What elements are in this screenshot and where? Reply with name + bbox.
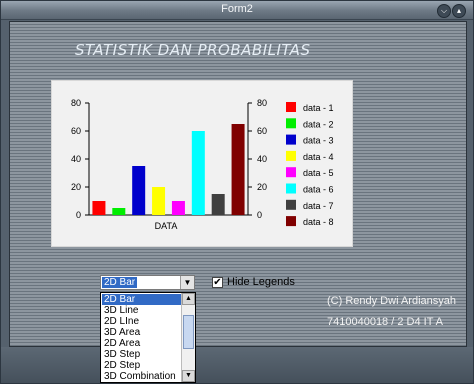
legend-swatch-3 <box>286 134 296 145</box>
dropdown-option[interactable]: 3D Step <box>102 349 182 360</box>
legend-swatch-5 <box>286 167 296 178</box>
dropdown-option[interactable]: 2D LIne <box>102 316 182 327</box>
page-title: STATISTIK DAN PROBABILITAS <box>75 41 311 59</box>
y-tick-label-left: 40 <box>71 154 81 164</box>
x-axis-label: DATA <box>155 221 178 231</box>
legend-swatch-7 <box>286 199 296 210</box>
title-bar[interactable]: Form2 ⌵ ▴ <box>1 1 473 20</box>
dropdown-option[interactable]: 2D Area <box>102 338 182 349</box>
hide-legends-checkbox[interactable]: ✔ <box>212 277 223 288</box>
window-title: Form2 <box>221 3 253 15</box>
hide-legends-label[interactable]: Hide Legends <box>227 276 295 288</box>
legend-label-6: data - 6 <box>303 185 334 195</box>
y-tick-label-right: 40 <box>257 154 267 164</box>
y-tick-label-left: 80 <box>71 98 81 108</box>
y-tick-label-left: 60 <box>71 126 81 136</box>
bar-3 <box>132 166 146 215</box>
scrollbar-thumb[interactable] <box>183 315 194 349</box>
legend-label-4: data - 4 <box>303 152 334 162</box>
bar-chart: DATA 0 0 20 20 40 40 60 60 80 80 data - 1 data - 2 d… <box>51 80 353 247</box>
chart-type-combobox[interactable]: 2D Bar ▼ <box>100 275 195 290</box>
minimize-icon[interactable]: ⌵ <box>437 4 451 18</box>
legend-label-5: data - 5 <box>303 168 334 178</box>
dropdown-scrollbar[interactable]: ▲ ▼ <box>181 293 195 382</box>
chart-type-selected-value: 2D Bar <box>102 277 138 288</box>
legend-label-3: data - 3 <box>303 136 334 146</box>
y-tick-label-right: 60 <box>257 126 267 136</box>
dropdown-option[interactable]: 3D Area <box>102 327 182 338</box>
legend-label-7: data - 7 <box>303 201 334 211</box>
y-tick-label-left: 20 <box>71 182 81 192</box>
chevron-down-icon[interactable]: ▼ <box>180 276 194 289</box>
scroll-up-icon[interactable]: ▲ <box>182 293 195 305</box>
chart-type-dropdown-list: 2D Bar 3D Line 2D LIne 3D Area 2D Area 3… <box>100 292 196 383</box>
bar-1 <box>92 201 106 215</box>
scroll-down-icon[interactable]: ▼ <box>182 370 195 382</box>
window-bottom-border <box>1 347 473 383</box>
legend-swatch-8 <box>286 216 296 227</box>
dropdown-option[interactable]: 2D Step <box>102 360 182 371</box>
bar-6 <box>191 131 205 215</box>
maximize-icon[interactable]: ▴ <box>452 4 466 18</box>
student-id-label: 7410040018 / 2 D4 IT A <box>327 316 443 328</box>
legend-swatch-2 <box>286 118 296 129</box>
bar-7 <box>211 194 225 215</box>
y-tick-label-right: 0 <box>257 210 262 220</box>
chart-svg: DATA 0 0 20 20 40 40 60 60 80 80 data - 1 data - 2 d… <box>71 98 334 231</box>
bar-8 <box>231 124 245 215</box>
y-tick-label-left: 0 <box>76 210 81 220</box>
bar-5 <box>171 201 185 215</box>
legend-label-2: data - 2 <box>303 119 334 129</box>
y-tick-label-right: 20 <box>257 182 267 192</box>
bar-2 <box>112 208 126 215</box>
dropdown-option[interactable]: 3D Combination <box>102 371 182 382</box>
legend-swatch-6 <box>286 183 296 194</box>
bar-4 <box>152 187 166 215</box>
form2-window: Form2 ⌵ ▴ STATISTIK DAN PROBABILITAS DAT… <box>0 0 474 384</box>
y-tick-label-right: 80 <box>257 98 267 108</box>
legend-swatch-4 <box>286 150 296 161</box>
legend-swatch-1 <box>286 102 296 112</box>
author-credit: (C) Rendy Dwi Ardiansyah <box>327 295 456 307</box>
dropdown-option[interactable]: 3D Line <box>102 305 182 316</box>
dropdown-option[interactable]: 2D Bar <box>102 294 182 305</box>
legend-label-1: data - 1 <box>303 103 334 113</box>
legend-label-8: data - 8 <box>303 217 334 227</box>
